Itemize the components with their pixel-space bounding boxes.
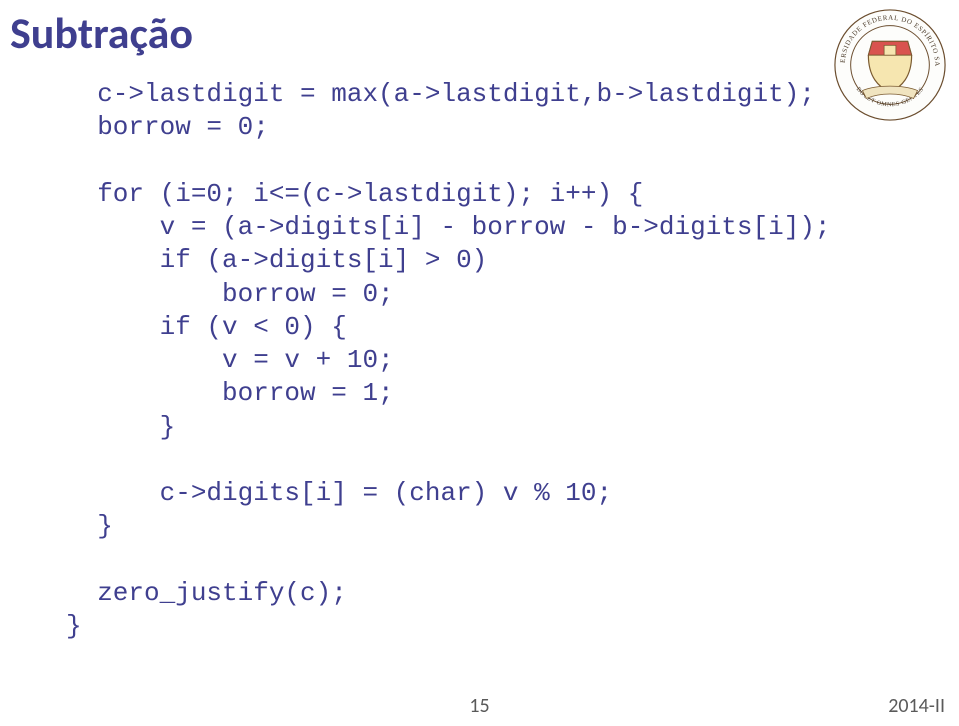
term-label: 2014-II (888, 694, 945, 718)
footer: 15 2014-II (0, 690, 959, 718)
code-block: c->lastdigit = max(a->lastdigit,b->lastd… (66, 78, 919, 644)
page-number: 15 (469, 694, 489, 718)
slide-title: Subtração (10, 6, 193, 60)
